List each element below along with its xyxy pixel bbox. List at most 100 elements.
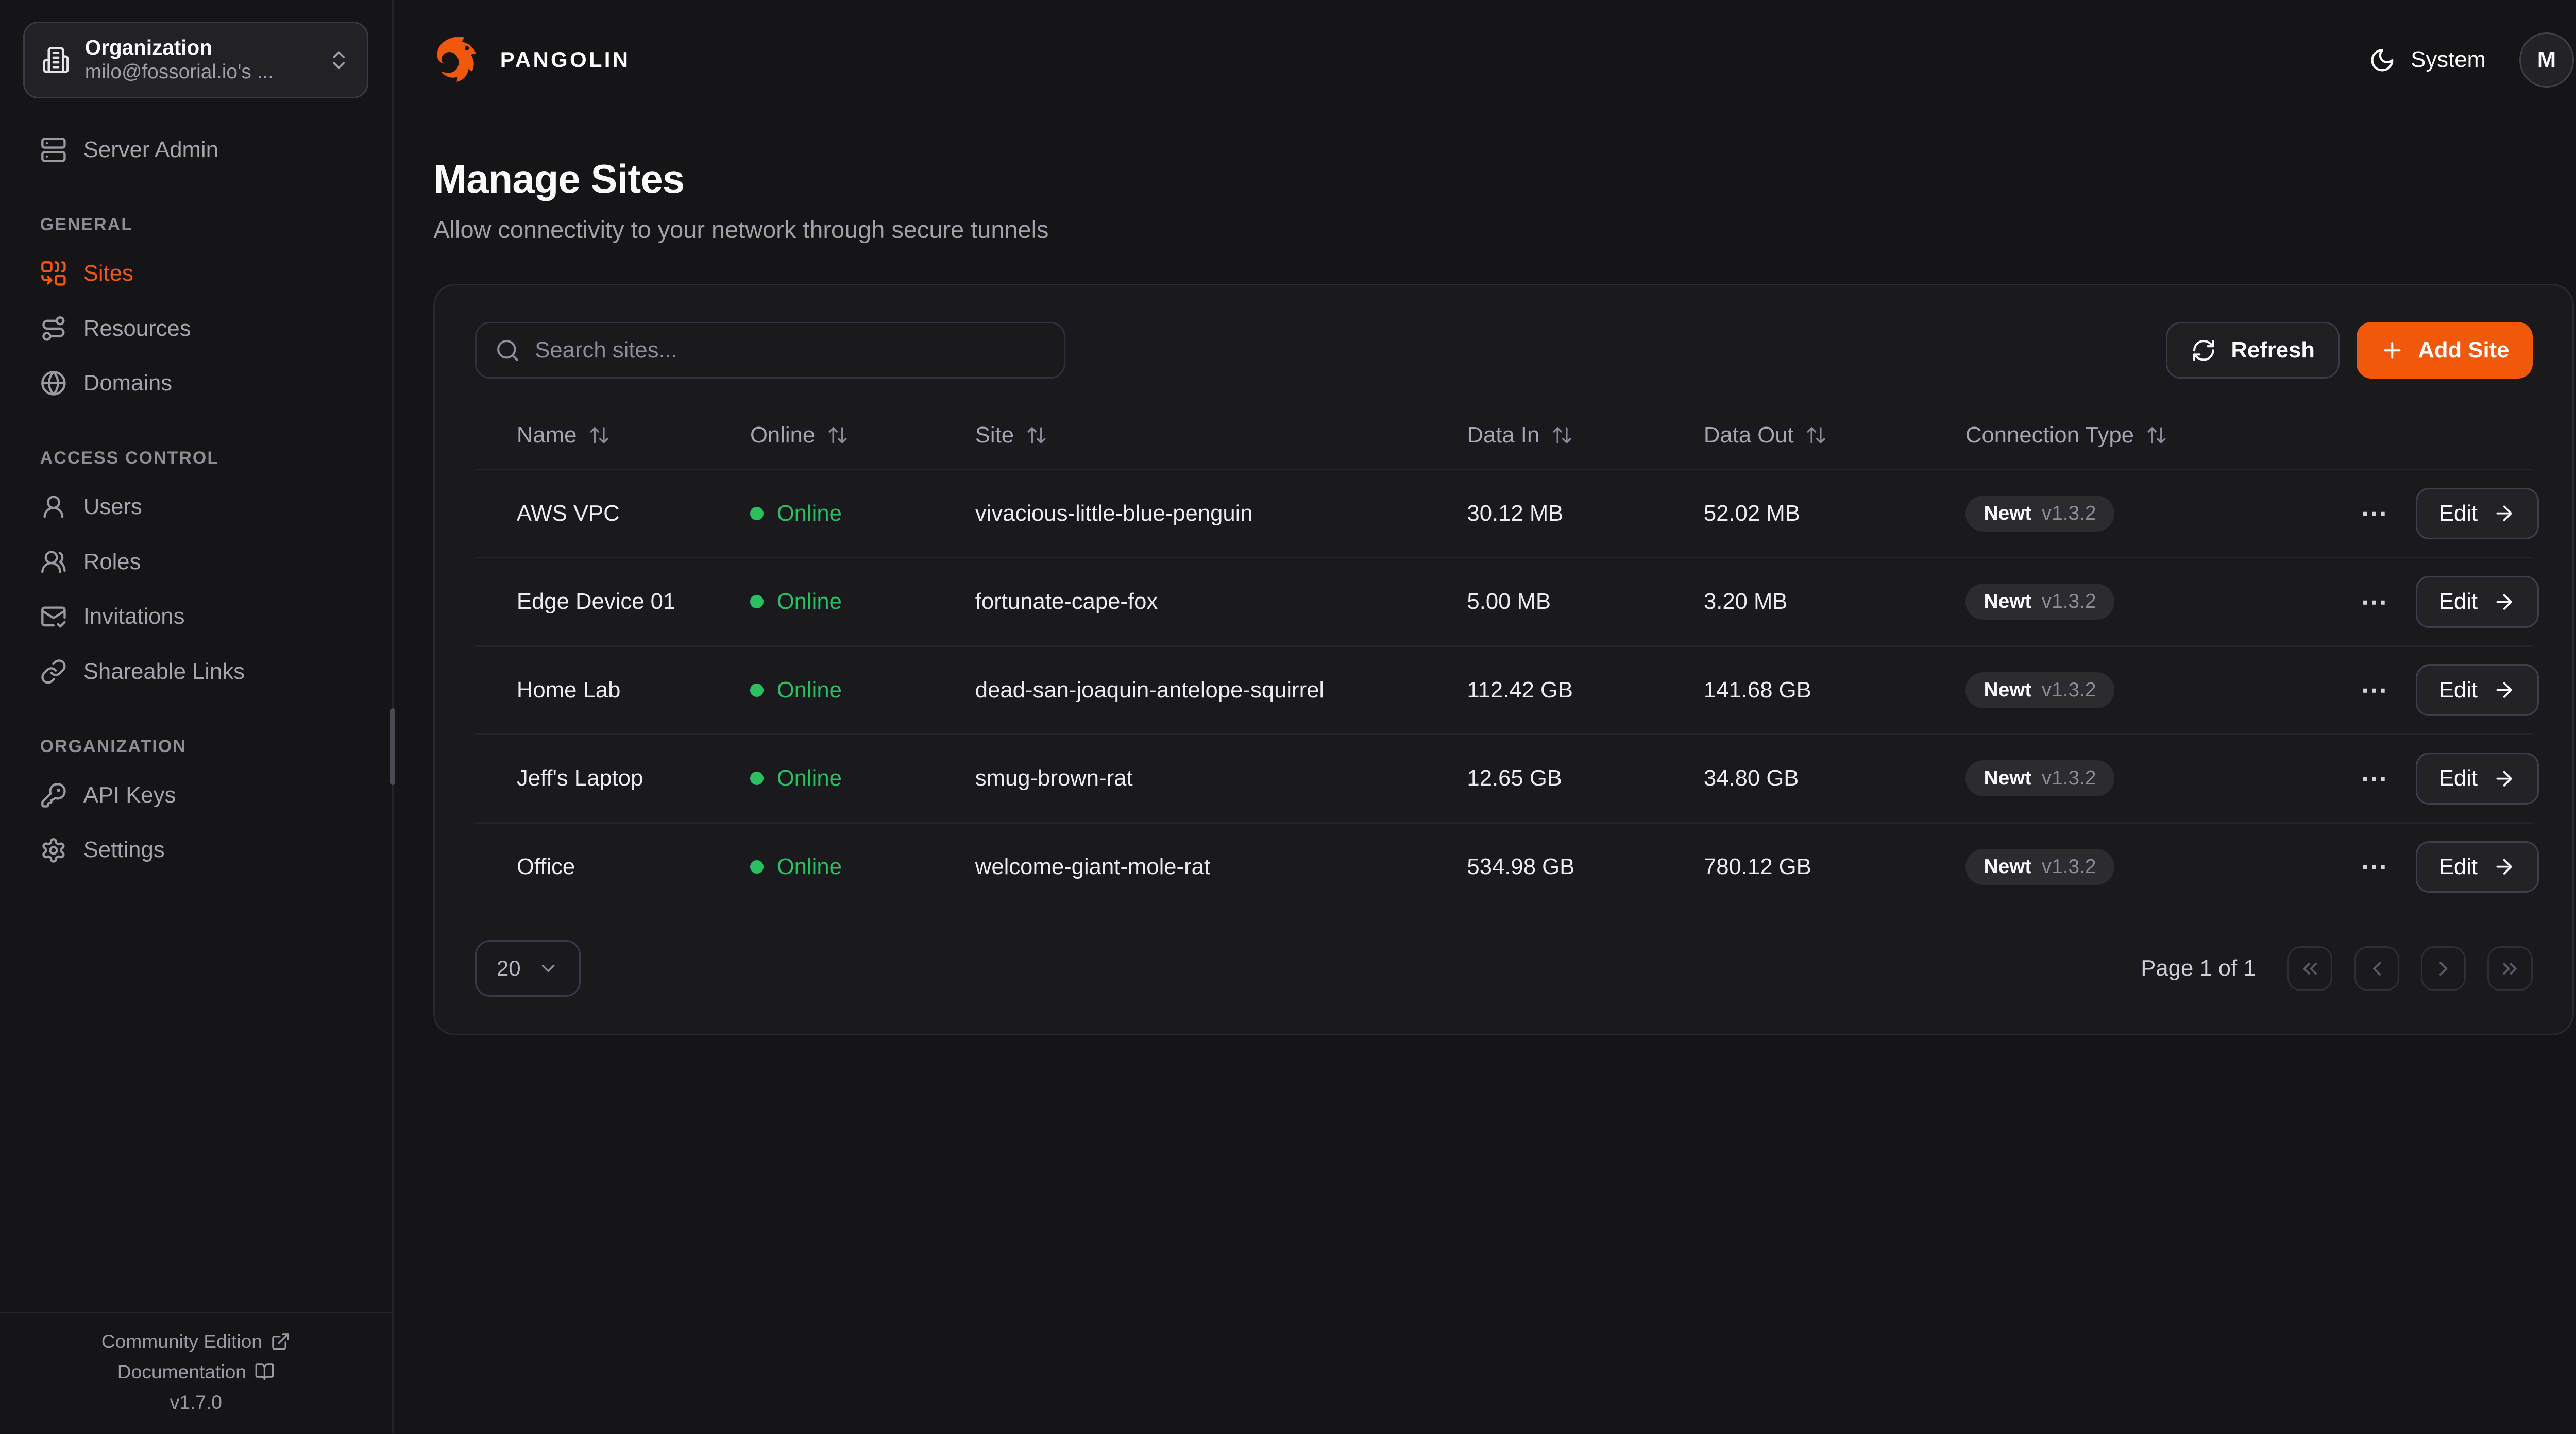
add-site-button[interactable]: Add Site (2357, 322, 2533, 379)
connection-name: Newt (1984, 856, 2032, 878)
sidebar-item-api-keys[interactable]: API Keys (23, 770, 368, 820)
sidebar-item-server-admin[interactable]: Server Admin (23, 125, 368, 175)
arrow-right-icon (2493, 678, 2516, 702)
sidebar-item-label: Shareable Links (83, 659, 245, 685)
online-dot (750, 860, 764, 874)
row-menu-button[interactable]: ⋯ (2361, 677, 2389, 704)
row-menu-button[interactable]: ⋯ (2361, 589, 2389, 616)
site-name-cell: Jeff's Laptop (475, 765, 750, 791)
table-row: Edge Device 01 Online fortunate-cape-fox… (475, 557, 2533, 645)
page-subtitle: Allow connectivity to your network throu… (433, 216, 2574, 244)
edit-button[interactable]: Edit (2416, 753, 2539, 804)
connection-type-cell: Newt v1.3.2 (1965, 849, 2361, 885)
online-status-cell: Online (750, 589, 975, 614)
online-label: Online (777, 501, 842, 526)
connection-version: v1.3.2 (2042, 679, 2096, 702)
edit-label: Edit (2439, 677, 2478, 703)
arrow-right-icon (2493, 855, 2516, 878)
row-menu-button[interactable]: ⋯ (2361, 500, 2389, 527)
building-icon (42, 46, 70, 74)
sidebar-resize-handle[interactable] (390, 708, 395, 785)
connection-version: v1.3.2 (2042, 856, 2096, 878)
column-header-online[interactable]: Online (750, 402, 975, 468)
topbar: PANGOLIN System M (394, 0, 2576, 120)
add-site-label: Add Site (2418, 337, 2509, 363)
sidebar-item-label: Domains (83, 370, 172, 396)
plus-icon (2380, 338, 2405, 363)
data-in-cell: 534.98 GB (1467, 854, 1704, 880)
sidebar-item-domains[interactable]: Domains (23, 358, 368, 408)
online-label: Online (777, 589, 842, 614)
sites-card: Refresh Add Site Name Online Site Data I… (433, 284, 2574, 1035)
online-status-cell: Online (750, 765, 975, 791)
sidebar: Organization milo@fossorial.io's ... Ser… (0, 0, 394, 1433)
documentation-link[interactable]: Documentation (117, 1361, 275, 1383)
site-id-cell: welcome-giant-mole-rat (975, 854, 1467, 880)
sort-icon (827, 424, 849, 446)
sidebar-item-users[interactable]: Users (23, 482, 368, 532)
org-selector[interactable]: Organization milo@fossorial.io's ... (23, 22, 368, 98)
sidebar-item-sites[interactable]: Sites (23, 248, 368, 298)
community-edition-link[interactable]: Community Edition (101, 1330, 291, 1353)
chevron-right-icon (2432, 957, 2455, 980)
row-menu-button[interactable]: ⋯ (2361, 853, 2389, 880)
chevron-left-icon (2365, 957, 2388, 980)
edit-button[interactable]: Edit (2416, 664, 2539, 716)
sidebar-item-roles[interactable]: Roles (23, 537, 368, 587)
column-label: Name (517, 422, 577, 448)
globe-icon (40, 370, 67, 397)
connection-badge: Newt v1.3.2 (1965, 496, 2114, 532)
refresh-button[interactable]: Refresh (2166, 322, 2340, 379)
column-header-data-in[interactable]: Data In (1467, 402, 1704, 468)
page-title: Manage Sites (433, 157, 2574, 202)
column-header-data-out[interactable]: Data Out (1704, 402, 1965, 468)
page-size-select[interactable]: 20 (475, 940, 581, 997)
chevrons-up-down-icon (327, 48, 350, 72)
row-actions: ⋯ Edit (2361, 664, 2549, 716)
previous-page-button[interactable] (2354, 946, 2399, 991)
users-icon (40, 549, 67, 575)
online-dot (750, 772, 764, 785)
theme-label: System (2411, 47, 2486, 73)
edit-button[interactable]: Edit (2416, 488, 2539, 539)
arrow-right-icon (2493, 767, 2516, 790)
app-root: Organization milo@fossorial.io's ... Ser… (0, 0, 2576, 1433)
edit-button[interactable]: Edit (2416, 841, 2539, 893)
connection-name: Newt (1984, 767, 2032, 790)
online-label: Online (777, 854, 842, 880)
avatar[interactable]: M (2519, 32, 2574, 88)
page-indicator: Page 1 of 1 (2141, 955, 2256, 981)
search-input[interactable] (535, 337, 1045, 363)
column-header-site[interactable]: Site (975, 402, 1467, 468)
app-version: v1.7.0 (170, 1391, 222, 1413)
edit-button[interactable]: Edit (2416, 576, 2539, 627)
site-id-cell: smug-brown-rat (975, 765, 1467, 791)
theme-toggle-button[interactable]: System (2369, 47, 2485, 74)
column-label: Data In (1467, 422, 1539, 448)
column-header-name[interactable]: Name (475, 402, 750, 468)
card-toolbar: Refresh Add Site (475, 322, 2533, 379)
data-out-cell: 52.02 MB (1704, 501, 1965, 526)
external-link-icon (270, 1331, 291, 1352)
connection-name: Newt (1984, 590, 2032, 613)
table-row: Home Lab Online dead-san-joaquin-antelop… (475, 645, 2533, 734)
sidebar-item-settings[interactable]: Settings (23, 825, 368, 875)
site-id-cell: dead-san-joaquin-antelope-squirrel (975, 677, 1467, 703)
sidebar-item-shareable-links[interactable]: Shareable Links (23, 647, 368, 697)
brand: PANGOLIN (433, 34, 630, 86)
sidebar-item-resources[interactable]: Resources (23, 303, 368, 353)
combine-icon (40, 260, 67, 287)
connection-name: Newt (1984, 502, 2032, 525)
first-page-button[interactable] (2287, 946, 2332, 991)
sidebar-item-invitations[interactable]: Invitations (23, 592, 368, 642)
site-name-cell: Home Lab (475, 677, 750, 703)
row-menu-button[interactable]: ⋯ (2361, 765, 2389, 792)
sort-icon (1805, 424, 1827, 446)
column-label: Connection Type (1965, 422, 2134, 448)
arrow-right-icon (2493, 590, 2516, 613)
next-page-button[interactable] (2421, 946, 2466, 991)
column-header-connection-type[interactable]: Connection Type (1965, 402, 2361, 468)
section-label-general: GENERAL (23, 215, 368, 235)
last-page-button[interactable] (2487, 946, 2532, 991)
section-label-organization: ORGANIZATION (23, 737, 368, 757)
